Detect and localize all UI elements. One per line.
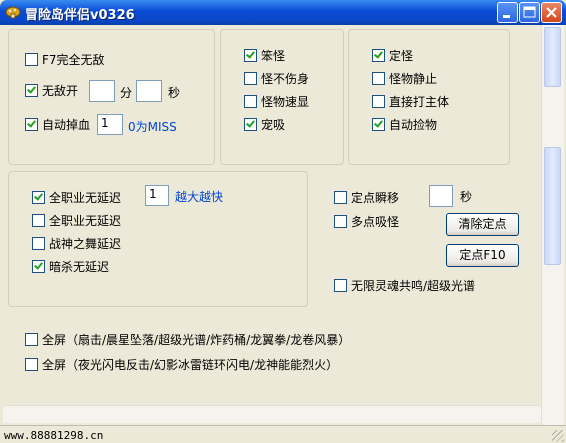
hit-main-body-checkbox[interactable]: 直接打主体 (372, 94, 449, 110)
checkbox-box (25, 333, 38, 346)
checkbox-box-checked (372, 49, 385, 62)
checkbox-label: 无限灵魂共鸣/超级光谱 (351, 279, 476, 293)
maximize-button[interactable] (519, 2, 540, 23)
checkbox-label: 多点吸怪 (351, 215, 400, 229)
invincible-seconds-input[interactable] (136, 80, 162, 102)
checkbox-label: 自动捡物 (389, 118, 438, 132)
f7-invincible-checkbox[interactable]: F7完全无敌 (25, 52, 105, 68)
checkbox-box (25, 53, 38, 66)
checkbox-label: 全职业无延迟 (49, 214, 122, 228)
checkbox-box (244, 72, 257, 85)
checkbox-box (244, 95, 257, 108)
seconds-unit-label: 秒 (168, 86, 181, 100)
checkbox-label: 无敌开 (42, 84, 79, 98)
checkbox-label: 宠吸 (261, 118, 286, 132)
freeze-monster-checkbox[interactable]: 定怪 (372, 48, 413, 64)
auto-loot-checkbox[interactable]: 自动捡物 (372, 117, 437, 133)
minimize-icon (503, 15, 510, 18)
auto-drop-hp-checkbox[interactable]: 自动掉血 (25, 117, 90, 133)
war-dance-delay-checkbox[interactable]: 战神之舞延迟 (32, 236, 121, 252)
checkbox-label: 暗杀无延迟 (49, 260, 110, 274)
multi-point-vacuum-checkbox[interactable]: 多点吸怪 (334, 214, 399, 230)
scroll-thumb[interactable] (544, 27, 561, 87)
teleport-seconds-unit: 秒 (460, 190, 473, 204)
checkbox-box (372, 72, 385, 85)
checkbox-label: 怪物静止 (389, 72, 438, 86)
window-title: 冒险岛伴侣v0326 (25, 8, 135, 23)
checkbox-box-checked (25, 118, 38, 131)
minutes-unit-label: 分 (120, 86, 133, 100)
fullscreen-row1-checkbox[interactable]: 全屏（扇击/晨星坠落/超级光谱/炸药桶/龙翼拳/龙卷风暴） (25, 332, 350, 348)
assassinate-no-delay-checkbox[interactable]: 暗杀无延迟 (32, 259, 109, 275)
status-url: www.88881298.cn (4, 429, 104, 442)
checkbox-box-checked (25, 84, 38, 97)
checkbox-label: 怪物速显 (261, 95, 310, 109)
resize-grip-icon[interactable] (552, 430, 564, 442)
invincible-on-checkbox[interactable]: 无敌开 (25, 83, 78, 99)
scroll-thumb-lower[interactable] (544, 147, 561, 265)
checkbox-label: F7完全无敌 (42, 53, 105, 67)
checkbox-box (334, 215, 347, 228)
vertical-scrollbar[interactable] (541, 25, 564, 425)
title-bar[interactable]: 冒险岛伴侣v0326 (0, 0, 566, 25)
all-job-no-delay-checkbox-2[interactable]: 全职业无延迟 (32, 213, 121, 229)
checkbox-box-checked (32, 191, 45, 204)
app-window: 冒险岛伴侣v0326 F7完全无敌 无敌开 分 秒 自动掉血 1 0为MISS (0, 0, 566, 443)
app-mushroom-icon (5, 6, 21, 19)
all-job-no-delay-checkbox-1[interactable]: 全职业无延迟 (32, 190, 121, 206)
checkbox-label: 直接打主体 (389, 95, 450, 109)
checkbox-box (334, 191, 347, 204)
fullscreen-row2-checkbox[interactable]: 全屏（夜光闪电反击/幻影冰雷链环闪电/龙神能能烈火） (25, 357, 338, 373)
horizontal-scrollbar[interactable] (3, 405, 541, 423)
monster-still-checkbox[interactable]: 怪物静止 (372, 71, 437, 87)
fix-point-f10-button[interactable]: 定点F10 (446, 244, 519, 267)
checkbox-box-checked (244, 118, 257, 131)
dumb-monster-checkbox[interactable]: 笨怪 (244, 48, 285, 64)
close-icon (546, 7, 557, 18)
unlimited-soul-checkbox[interactable]: 无限灵魂共鸣/超级光谱 (334, 278, 475, 294)
checkbox-box (32, 214, 45, 227)
checkbox-label: 笨怪 (261, 49, 286, 63)
auto-drop-value-input[interactable]: 1 (97, 114, 123, 135)
checkbox-box-checked (32, 260, 45, 273)
pet-vacuum-checkbox[interactable]: 宠吸 (244, 117, 285, 133)
checkbox-box-checked (244, 49, 257, 62)
clear-points-button[interactable]: 清除定点 (446, 213, 519, 236)
minimize-button[interactable] (497, 2, 518, 23)
status-bar: www.88881298.cn (0, 425, 566, 443)
checkbox-label: 全屏（夜光闪电反击/幻影冰雷链环闪电/龙神能能烈火） (42, 358, 339, 372)
invincible-minutes-input[interactable] (89, 80, 115, 102)
teleport-seconds-input[interactable] (429, 185, 453, 207)
checkbox-box-checked (372, 118, 385, 131)
checkbox-box (372, 95, 385, 108)
checkbox-label: 定怪 (389, 49, 414, 63)
monster-fast-show-checkbox[interactable]: 怪物速显 (244, 94, 309, 110)
client-area: F7完全无敌 无敌开 分 秒 自动掉血 1 0为MISS 笨怪 怪不伤身 怪物速… (3, 25, 541, 425)
close-button[interactable] (541, 2, 562, 23)
checkbox-box (25, 358, 38, 371)
checkbox-label: 全职业无延迟 (49, 191, 122, 205)
checkbox-box (32, 237, 45, 250)
checkbox-label: 全屏（扇击/晨星坠落/超级光谱/炸药桶/龙翼拳/龙卷风暴） (42, 333, 351, 347)
maximize-icon (523, 6, 536, 18)
checkbox-box (334, 279, 347, 292)
checkbox-label: 战神之舞延迟 (49, 237, 122, 251)
checkbox-label: 怪不伤身 (261, 72, 310, 86)
delay-value-input[interactable]: 1 (145, 185, 169, 206)
checkbox-label: 自动掉血 (42, 118, 91, 132)
auto-drop-hint: 0为MISS (128, 120, 177, 134)
monster-no-damage-checkbox[interactable]: 怪不伤身 (244, 71, 309, 87)
checkbox-label: 定点瞬移 (351, 191, 400, 205)
delay-hint: 越大越快 (175, 190, 224, 204)
fixed-teleport-checkbox[interactable]: 定点瞬移 (334, 190, 399, 206)
